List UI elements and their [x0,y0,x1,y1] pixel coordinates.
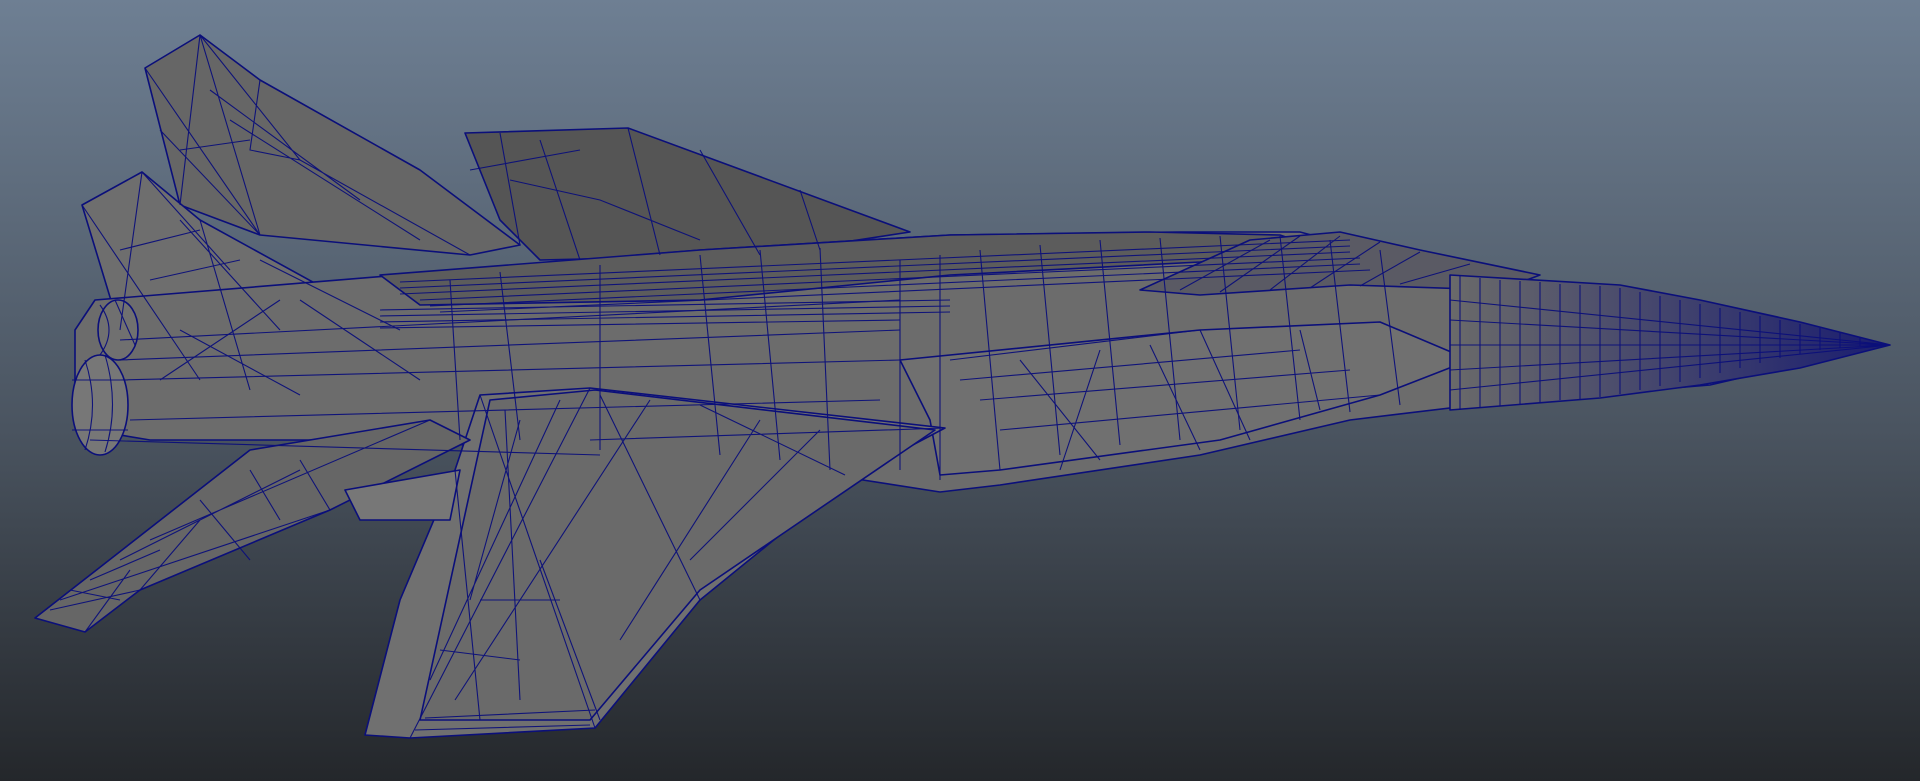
far-wing [464,127,911,261]
engine-nozzle-upper [97,299,139,361]
jet-model-wireframe[interactable] [0,0,1920,781]
nose-cone [1449,274,1891,411]
3d-viewport[interactable] [0,0,1920,781]
